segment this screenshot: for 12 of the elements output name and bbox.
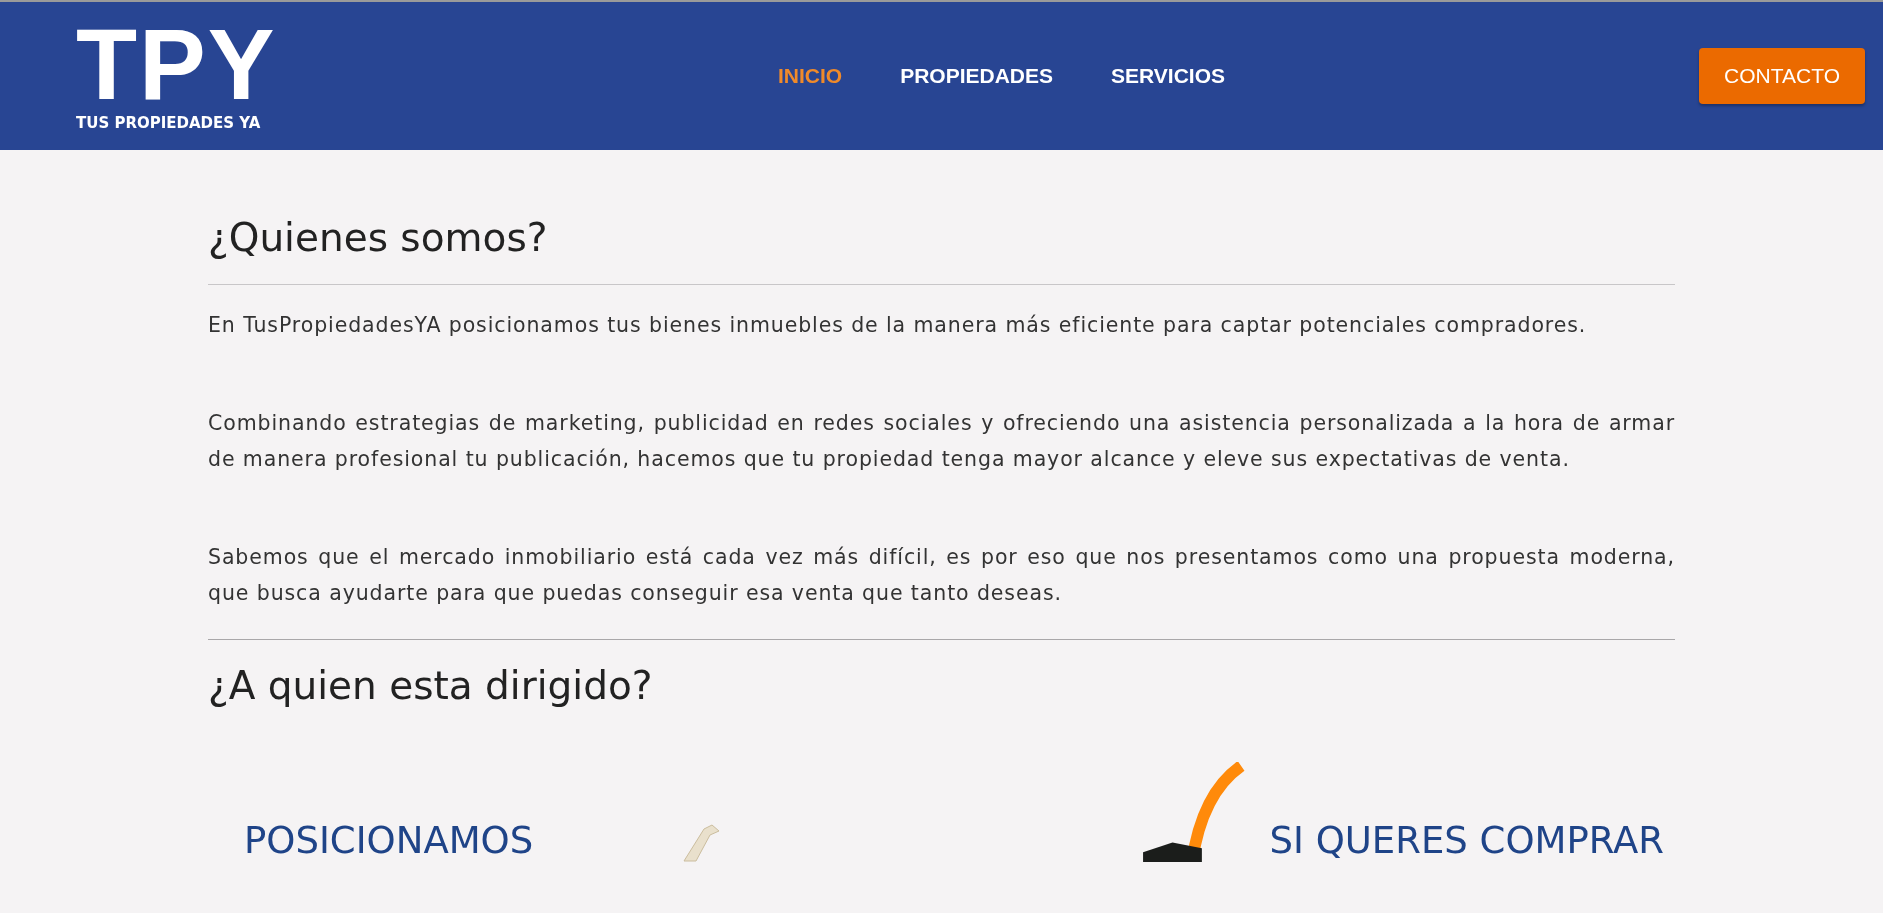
card-heading: POSICIONAMOS <box>244 819 534 862</box>
paragraph: Sabemos que el mercado inmobiliario está cada vez más difícil, es por eso que nos presentamos como una propuesta moderna, que busca ayudarte para que puedas conseguir esa venta que tanto deseas. <box>208 544 1675 607</box>
section-heading: ¿A quien esta dirigido? <box>208 662 654 710</box>
nav-link[interactable]: SERVICIOS <box>1111 64 1226 88</box>
nav-link[interactable]: PROPIEDADES <box>900 64 1054 88</box>
section-heading: ¿Quienes somos? <box>208 214 549 262</box>
nav-link[interactable]: INICIO <box>778 64 843 88</box>
logo-tagline: TUS PROPIEDADES YA <box>76 114 261 132</box>
logo-mark[interactable]: TPY <box>76 20 277 108</box>
paragraph: En TusPropiedadesYA posicionamos tus bienes inmuebles de la manera más eficiente para captar potenciales compradores. <box>208 312 1588 339</box>
paragraph: Combinando estrategias de marketing, publicidad en redes sociales y ofreciendo una asistencia personalizada a la hora de armar de manera profesional tu publicación, hacemos que tu propiedad tenga mayor alcance y eleve sus expectativas de venta. <box>208 410 1675 473</box>
card-heading: SI QUERES COMPRAR <box>1269 819 1664 862</box>
